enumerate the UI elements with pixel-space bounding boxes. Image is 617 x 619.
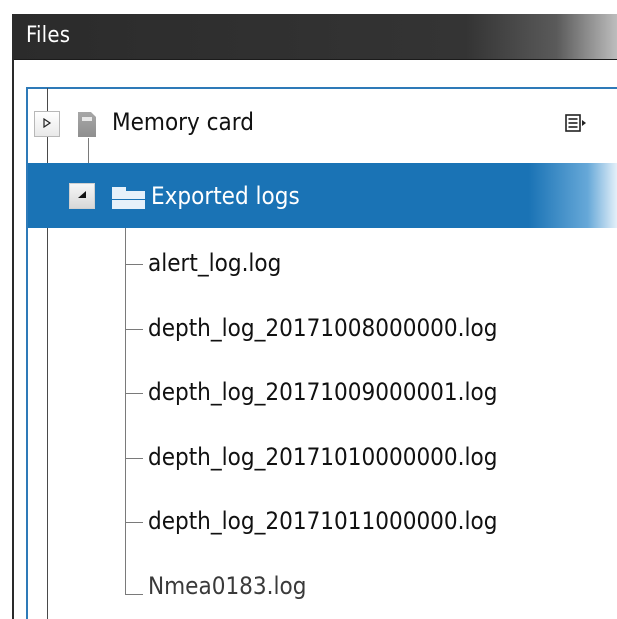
title-bar: Files bbox=[12, 14, 617, 60]
window-left-border bbox=[12, 59, 14, 619]
files-window: Files Memory card Exported logs alert_lo… bbox=[0, 0, 617, 619]
list-menu-icon[interactable] bbox=[565, 114, 587, 132]
tree-branch bbox=[125, 264, 143, 265]
file-item[interactable]: alert_log.log bbox=[148, 249, 281, 277]
triangle-right-icon bbox=[42, 117, 52, 131]
memory-card-expander[interactable] bbox=[34, 111, 60, 137]
folder-icon bbox=[112, 185, 145, 209]
tree-branch bbox=[125, 522, 143, 523]
file-item[interactable]: Nmea0183.log bbox=[148, 572, 306, 600]
file-item[interactable]: depth_log_20171010000000.log bbox=[148, 443, 497, 471]
exported-logs-expander[interactable] bbox=[69, 183, 95, 209]
tree-line-folder-children bbox=[125, 228, 126, 594]
file-item[interactable]: depth_log_20171008000000.log bbox=[148, 314, 497, 342]
file-item[interactable]: depth_log_20171011000000.log bbox=[148, 507, 497, 535]
triangle-up-icon bbox=[77, 190, 87, 203]
tree-branch bbox=[125, 594, 143, 595]
tree-branch bbox=[125, 458, 143, 459]
folder-label: Exported logs bbox=[151, 182, 300, 210]
tree-item-exported-logs[interactable]: Exported logs bbox=[28, 163, 617, 228]
file-item[interactable]: depth_log_20171009000001.log bbox=[148, 378, 497, 406]
tree-branch bbox=[125, 393, 143, 394]
window-title: Files bbox=[26, 23, 71, 48]
tree-branch bbox=[125, 329, 143, 330]
sd-card-icon bbox=[78, 112, 96, 137]
tree-item-memory-card[interactable]: Memory card bbox=[112, 108, 254, 136]
